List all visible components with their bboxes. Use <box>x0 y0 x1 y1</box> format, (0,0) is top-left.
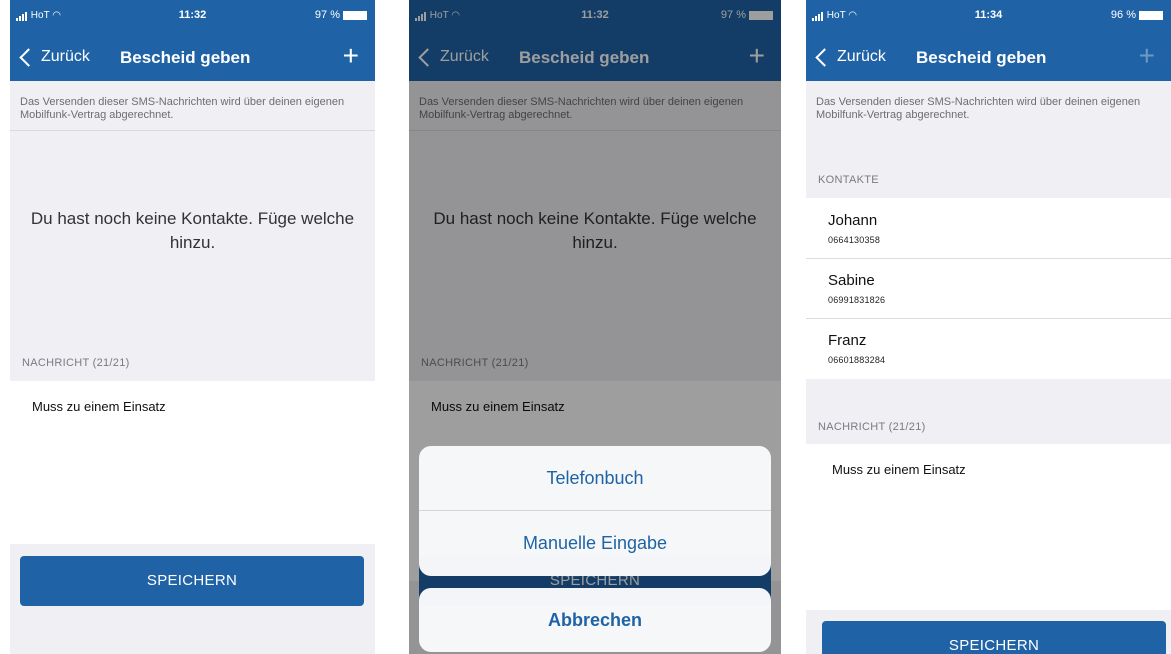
contact-number: 0664130358 <box>828 235 881 245</box>
action-sheet: Telefonbuch Manuelle Eingabe <box>419 446 771 576</box>
back-label: Zurück <box>41 48 90 65</box>
navigation-bar: Zurück Bescheid geben + <box>10 36 375 81</box>
add-contact-button[interactable]: + <box>1139 41 1155 71</box>
contact-item[interactable]: Johann 0664130358 <box>806 198 1171 259</box>
screen-add-contact-sheet: HoT ◠ 11:32 97 % Zurück Bescheid geben +… <box>409 0 781 654</box>
page-title: Bescheid geben <box>120 48 251 67</box>
battery-percent: 96 % <box>1110 9 1136 21</box>
save-button[interactable]: SPEICHERN <box>20 556 364 606</box>
add-contact-button[interactable]: + <box>343 41 359 71</box>
screen-contact-list: HoT ◠ 11:34 96 % Zurück Bescheid geben +… <box>806 0 1171 654</box>
battery-indicator: 97 % <box>315 9 367 21</box>
empty-contacts-message: Du hast noch keine Kontakte. Füge welche… <box>10 131 375 319</box>
action-manual-entry[interactable]: Manuelle Eingabe <box>419 511 771 575</box>
contact-number: 06991831826 <box>828 295 886 305</box>
contact-name: Franz <box>828 332 867 349</box>
message-header: NACHRICHT (21/21) <box>818 421 926 433</box>
page-title: Bescheid geben <box>916 48 1047 67</box>
message-header: NACHRICHT (21/21) <box>22 357 130 369</box>
plus-icon: + <box>342 40 359 71</box>
message-text-area[interactable]: Muss zu einem Einsatz <box>10 381 375 544</box>
action-phonebook[interactable]: Telefonbuch <box>419 446 771 511</box>
navigation-bar: Zurück Bescheid geben + <box>806 36 1171 81</box>
chevron-left-icon <box>815 47 834 67</box>
contacts-header: KONTAKTE <box>818 174 879 186</box>
save-button[interactable]: SPEICHERN <box>822 621 1166 654</box>
plus-icon: + <box>1138 40 1155 71</box>
sms-cost-notice: Das Versenden dieser SMS-Nachrichten wir… <box>806 81 1171 131</box>
battery-indicator: 96 % <box>1111 9 1163 21</box>
battery-percent: 97 % <box>314 9 340 21</box>
action-cancel-button[interactable]: Abbrechen <box>419 588 771 652</box>
battery-icon <box>343 10 367 20</box>
contact-name: Sabine <box>828 272 875 289</box>
back-button[interactable]: Zurück <box>18 47 90 67</box>
contact-list: Johann 0664130358 Sabine 06991831826 Fra… <box>806 198 1171 379</box>
screen-empty-contacts: HoT ◠ 11:32 97 % Zurück Bescheid geben +… <box>10 0 375 654</box>
chevron-left-icon <box>19 47 38 67</box>
contact-item[interactable]: Sabine 06991831826 <box>806 258 1171 319</box>
contact-number: 06601883284 <box>828 355 886 365</box>
sms-cost-notice: Das Versenden dieser SMS-Nachrichten wir… <box>10 81 375 131</box>
contact-item[interactable]: Franz 06601883284 <box>806 318 1171 378</box>
contact-name: Johann <box>828 212 878 229</box>
status-bar: HoT ◠ 11:32 97 % <box>10 0 375 36</box>
back-label: Zurück <box>837 48 886 65</box>
back-button[interactable]: Zurück <box>814 47 886 67</box>
battery-icon <box>1139 10 1163 20</box>
message-text-area[interactable]: Muss zu einem Einsatz <box>806 444 1171 610</box>
status-bar: HoT ◠ 11:34 96 % <box>806 0 1171 36</box>
